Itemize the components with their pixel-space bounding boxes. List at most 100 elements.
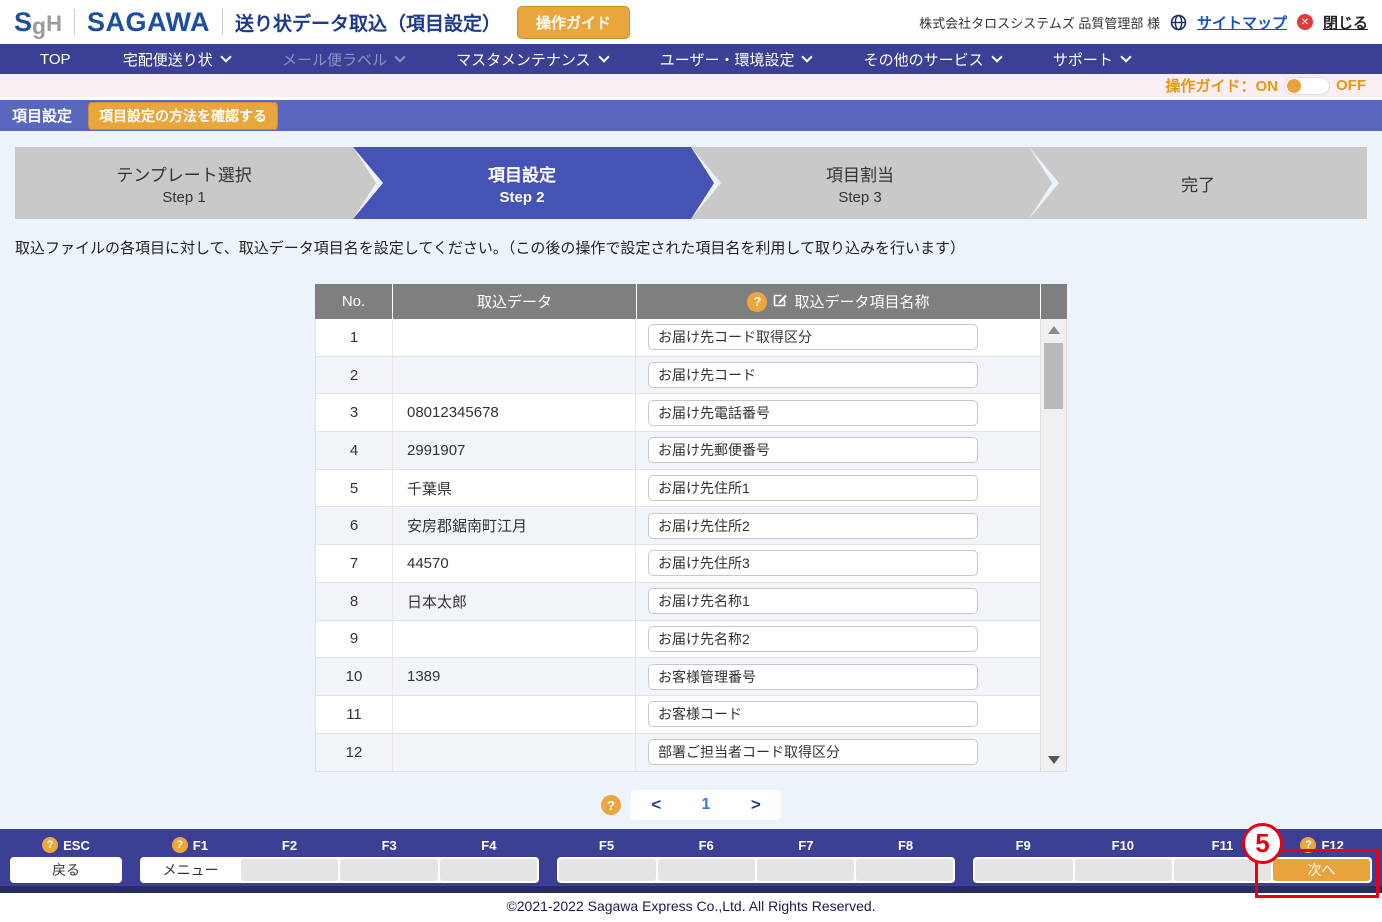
item-name-input[interactable] <box>648 701 978 727</box>
step-label: 完了 <box>1181 171 1215 196</box>
nav-item-TOP[interactable]: TOP <box>40 49 71 70</box>
nav-item-サポート[interactable]: サポート <box>1053 49 1130 70</box>
col-header-name-label: 取込データ項目名称 <box>794 291 929 312</box>
step-label: 項目割当 <box>826 161 894 186</box>
function-key-bar: ?ESC戻る?F1F2F3F4メニューF5F6F7F8F9F10F11?F12次… <box>0 829 1382 893</box>
item-name-input[interactable] <box>648 626 978 652</box>
nav-item-label: ユーザー・環境設定 <box>660 49 795 70</box>
check-method-button[interactable]: 項目設定の方法を確認する <box>88 102 278 130</box>
guide-toggle-on-label: 操作ガイド：ON <box>1165 75 1278 96</box>
table-row: 6安房郡鋸南町江月 <box>316 507 1040 545</box>
table-row: 101389 <box>316 658 1040 696</box>
back-button[interactable]: 戻る <box>10 857 122 883</box>
cell-item-name <box>636 588 1040 614</box>
fkey-label-f11: F11 <box>1173 835 1273 855</box>
cell-item-name <box>636 400 1040 426</box>
fkey-cell-f9 <box>975 859 1072 881</box>
cell-item-name <box>636 362 1040 388</box>
nav-item-その他のサービス[interactable]: その他のサービス <box>864 49 1001 70</box>
table-header-row: No. 取込データ ? 取込データ項目名称 <box>315 284 1067 319</box>
sagawa-logo: SAGAWA <box>87 7 210 38</box>
item-name-input[interactable] <box>648 324 978 350</box>
cell-no: 8 <box>316 583 393 620</box>
nav-item-宅配便送り状[interactable]: 宅配便送り状 <box>123 49 230 70</box>
fkey-cell-f10 <box>1075 859 1172 881</box>
table-scrollbar[interactable] <box>1040 319 1066 771</box>
help-icon[interactable]: ? <box>172 837 188 853</box>
item-name-input[interactable] <box>648 400 978 426</box>
chevron-down-icon <box>598 51 609 62</box>
cell-no: 7 <box>316 545 393 582</box>
item-name-input[interactable] <box>648 437 978 463</box>
step-label: 項目設定 <box>488 161 556 186</box>
cell-import-data: 安房郡鋸南町江月 <box>393 507 636 544</box>
prev-page-button[interactable]: < <box>651 795 661 815</box>
chevron-down-icon <box>802 51 813 62</box>
item-name-input[interactable] <box>648 664 978 690</box>
help-icon[interactable]: ? <box>747 292 767 312</box>
col-header-scrollbar <box>1041 284 1067 319</box>
item-name-input[interactable] <box>648 550 978 576</box>
footer: ©2021-2022 Sagawa Express Co.,Ltd. All R… <box>0 893 1382 919</box>
sitemap-link[interactable]: サイトマップ <box>1197 12 1287 33</box>
item-name-input[interactable] <box>648 362 978 388</box>
fkey-label-f9: F9 <box>973 835 1073 855</box>
copyright-text: ©2021-2022 Sagawa Express Co.,Ltd. All R… <box>506 898 875 914</box>
divider <box>222 9 223 35</box>
nav-item-マスタメンテナンス[interactable]: マスタメンテナンス <box>456 49 607 70</box>
item-name-input[interactable] <box>648 513 978 539</box>
scrollbar-thumb[interactable] <box>1044 343 1063 409</box>
chevron-down-icon <box>991 51 1002 62</box>
fkey-label-f1: ?F1 <box>140 835 240 855</box>
instruction-text: 取込ファイルの各項目に対して、取込データ項目名を設定してください。（この後の操作… <box>15 237 1382 258</box>
menu-button[interactable]: メニュー <box>142 859 239 881</box>
item-name-input[interactable] <box>648 588 978 614</box>
operation-guide-button[interactable]: 操作ガイド <box>517 6 630 39</box>
cell-item-name <box>636 475 1040 501</box>
fkey-cell-f2 <box>241 859 338 881</box>
scroll-up-icon[interactable] <box>1041 326 1066 334</box>
chevron-down-icon <box>394 51 405 62</box>
step-1: テンプレート選択Step 1 <box>15 147 353 219</box>
next-button[interactable]: 次へ <box>1273 859 1370 881</box>
next-page-button[interactable]: > <box>751 795 761 815</box>
divider <box>74 9 75 35</box>
fkey-cell-f6 <box>658 859 755 881</box>
cell-import-data <box>393 696 636 733</box>
table-row: 2 <box>316 357 1040 395</box>
step-2: 項目設定 Step 2 <box>353 147 691 219</box>
close-link[interactable]: 閉じる <box>1323 12 1368 33</box>
cell-item-name <box>636 513 1040 539</box>
guide-toggle-strip: 操作ガイド：ON OFF <box>0 74 1382 100</box>
nav-item-ユーザー・環境設定[interactable]: ユーザー・環境設定 <box>660 49 812 70</box>
pagination-help-icon[interactable]: ? <box>601 795 621 815</box>
step-3: 項目割当Step 3 <box>691 147 1029 219</box>
item-mapping-table: No. 取込データ ? 取込データ項目名称 123080123456784299… <box>315 284 1067 772</box>
table-row: 8日本太郎 <box>316 583 1040 621</box>
chevron-down-icon <box>220 51 231 62</box>
scroll-down-icon[interactable] <box>1041 756 1066 764</box>
step-sub-label: Step 2 <box>499 189 544 206</box>
fkey-label-f12: ?F12 <box>1272 835 1372 855</box>
step-label: テンプレート選択 <box>116 161 252 186</box>
help-icon[interactable]: ? <box>42 837 58 853</box>
fkey-label-f5: F5 <box>557 835 657 855</box>
guide-toggle-switch[interactable] <box>1284 77 1330 95</box>
fkey-label-f6: F6 <box>656 835 756 855</box>
fkey-label-f4: F4 <box>439 835 539 855</box>
item-name-input[interactable] <box>648 739 978 765</box>
app-header: SgH SAGAWA 送り状データ取込（項目設定） 操作ガイド 株式会社タロスシ… <box>0 0 1382 44</box>
item-name-input[interactable] <box>648 475 978 501</box>
main-navbar: TOP 宅配便送り状 メール便ラベル マスタメンテナンス ユーザー・環境設定 その他のサー… <box>0 44 1382 74</box>
fkey-group-3: F9F10F11?F12次へ <box>973 835 1372 886</box>
help-icon[interactable]: ? <box>1300 837 1316 853</box>
cell-item-name <box>636 437 1040 463</box>
current-page-number[interactable]: 1 <box>702 796 711 814</box>
nav-item-メール便ラベル: メール便ラベル <box>282 49 404 70</box>
table-row: 744570 <box>316 545 1040 583</box>
fkey-label-f8: F8 <box>856 835 956 855</box>
cell-import-data: 日本太郎 <box>393 583 636 620</box>
step-indicator: テンプレート選択Step 1 項目設定 Step 2 項目割当Step 3 完了 <box>15 147 1367 219</box>
cell-no: 9 <box>316 621 393 658</box>
col-header-no: No. <box>315 284 393 319</box>
